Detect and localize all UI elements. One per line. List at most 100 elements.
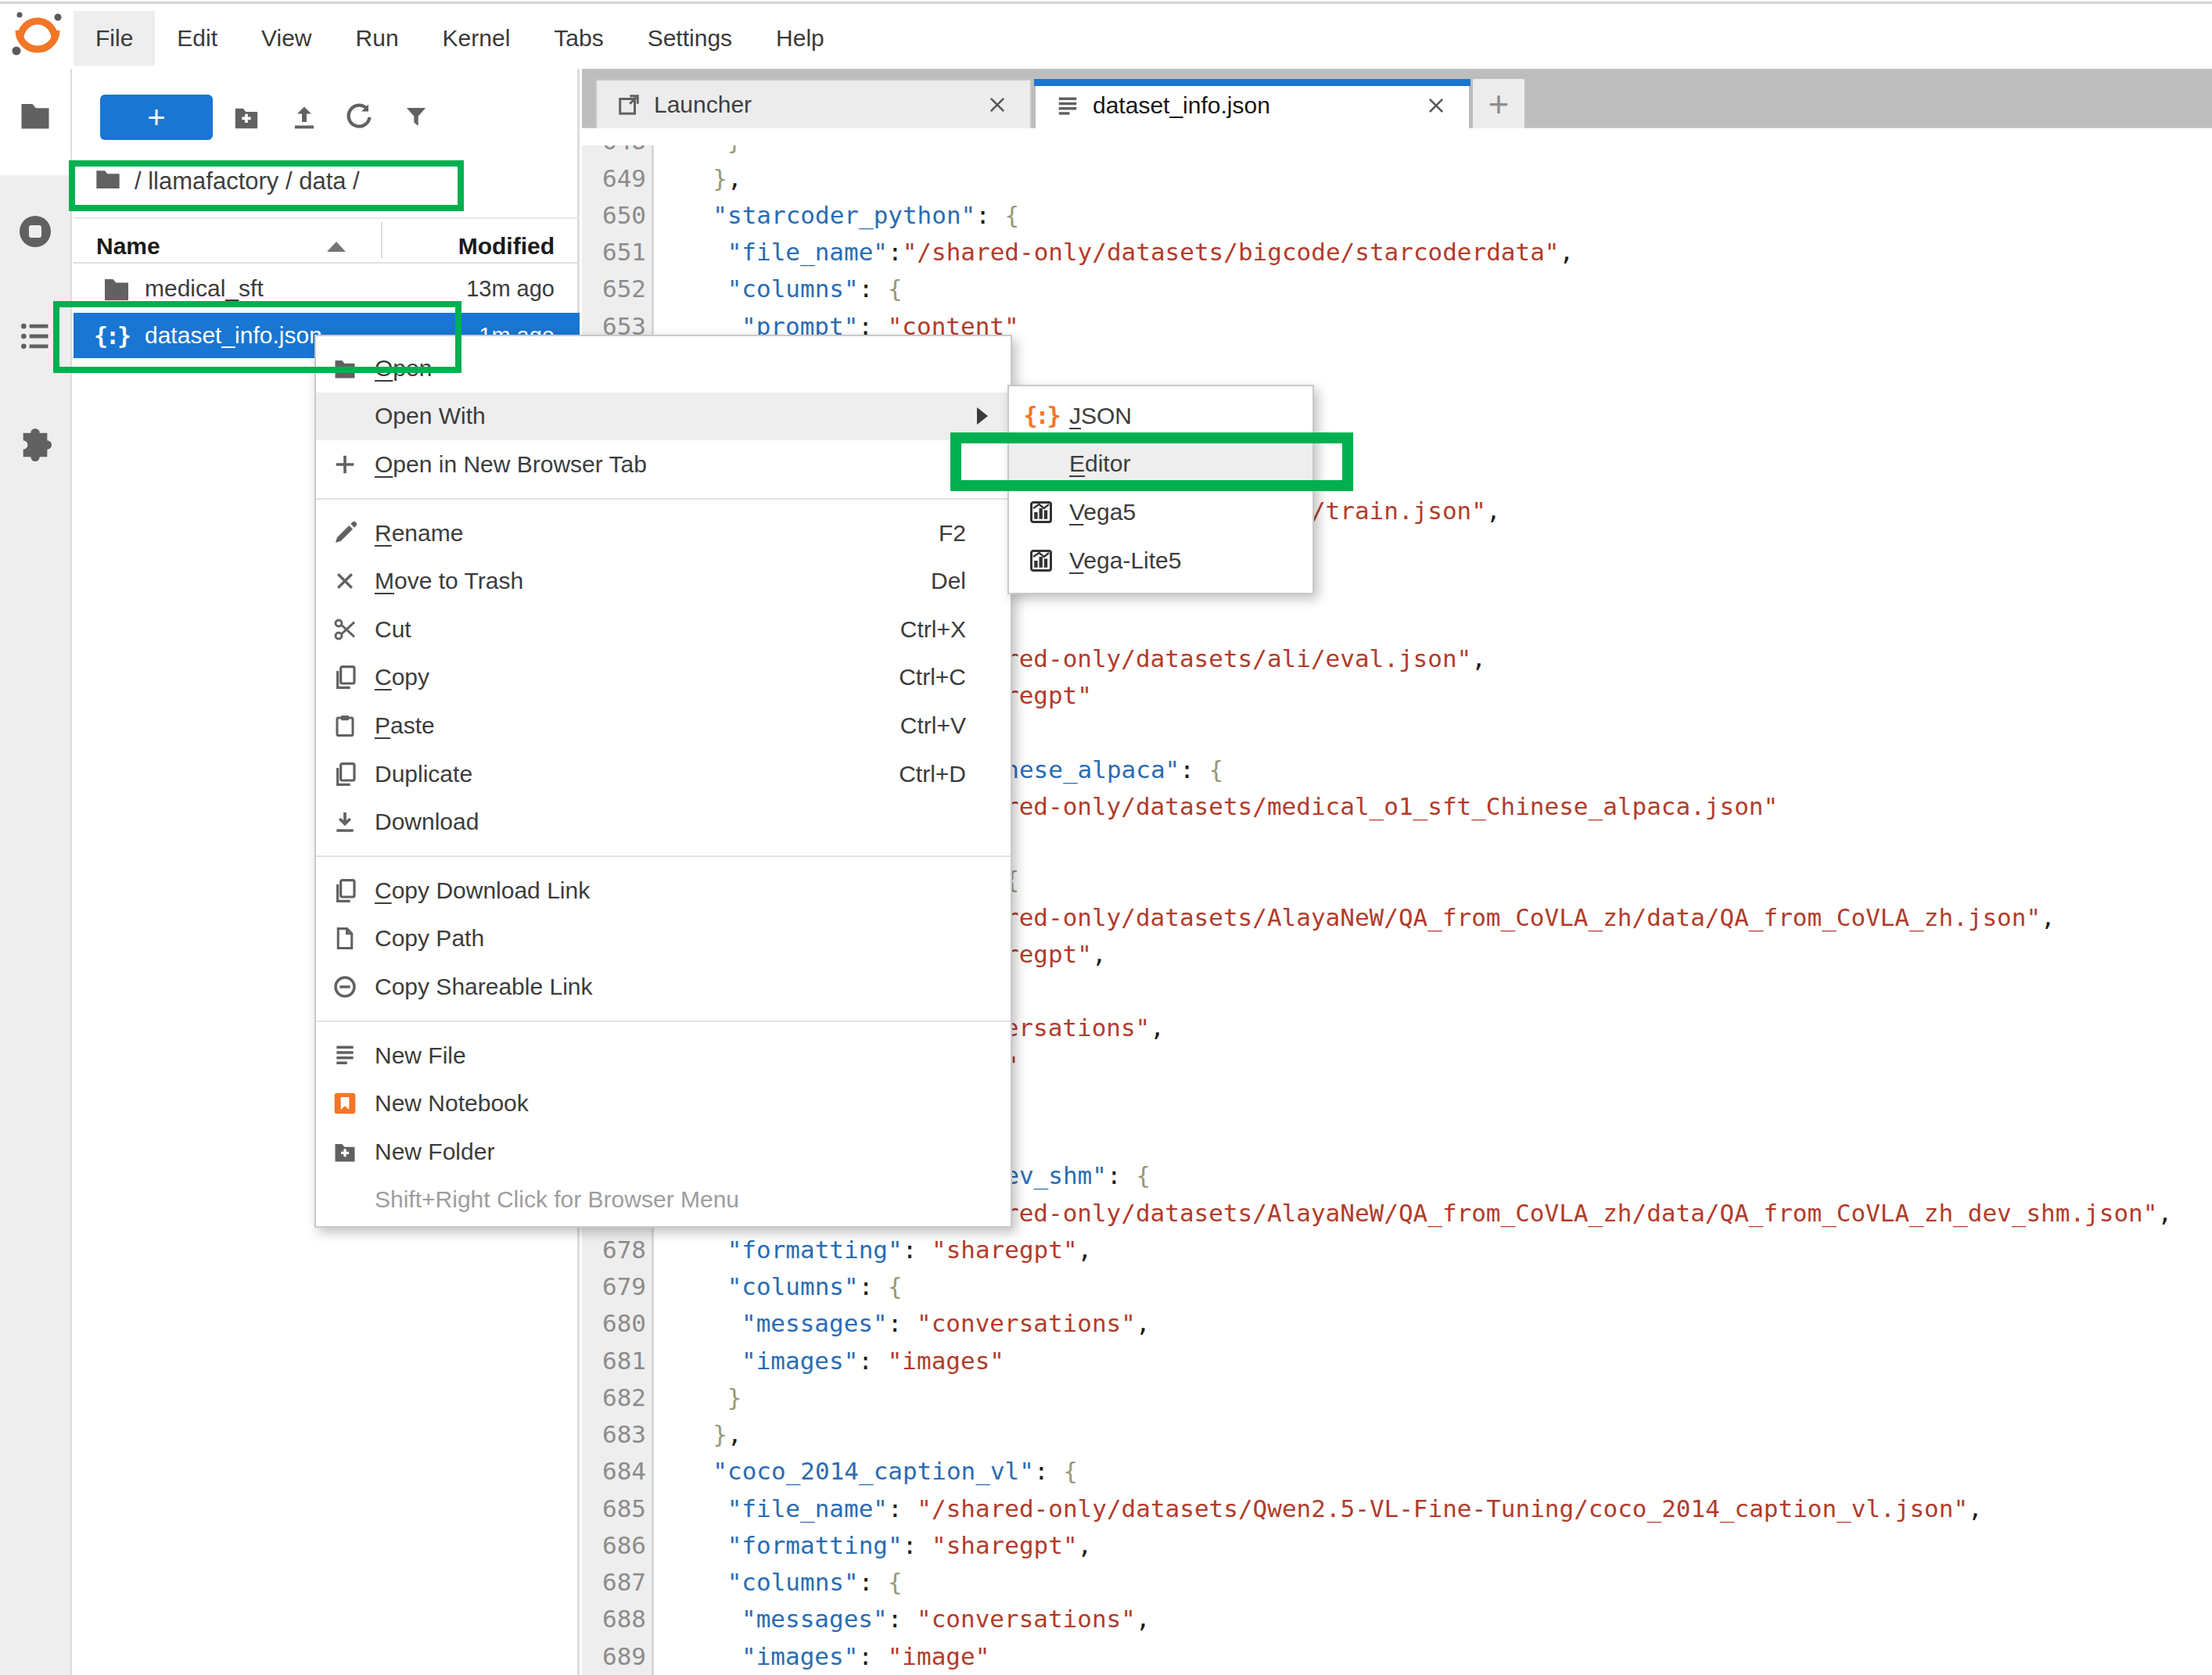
folder-plus-icon	[329, 1135, 361, 1168]
vega-icon	[1025, 496, 1058, 529]
menu-item-label: Shift+Right Click for Browser Menu	[375, 1186, 739, 1213]
copy-icon	[329, 758, 361, 791]
line-number: 688	[602, 1600, 646, 1637]
menu-item-copy-path[interactable]: Copy Path	[316, 915, 1011, 963]
submenu-item-vega-lite5[interactable]: Vega-Lite5	[1009, 536, 1312, 585]
file-modified: 13m ago	[389, 276, 555, 302]
tab-close-icon[interactable]	[1425, 95, 1447, 117]
menu-item-open-with[interactable]: Open With	[316, 393, 1011, 441]
code-line-684[interactable]: "coco_2014_caption_vl": {	[713, 1452, 1078, 1490]
menu-view[interactable]: View	[239, 11, 333, 66]
menu-help[interactable]: Help	[754, 11, 846, 66]
menu-separator	[316, 498, 1011, 500]
code-line-649[interactable]: },	[713, 160, 742, 197]
submenu-item-label: Vega5	[1069, 499, 1136, 525]
refresh-icon[interactable]	[340, 99, 378, 136]
menu-edit[interactable]: Edit	[155, 11, 239, 66]
upload-icon[interactable]	[285, 99, 323, 136]
add-tab-button[interactable]: +	[1473, 79, 1524, 128]
jupyter-logo	[0, 0, 74, 69]
menu-item-rename[interactable]: RenameF2	[316, 509, 1011, 558]
table-of-contents-icon[interactable]	[18, 319, 52, 353]
breadcrumb-divider	[74, 217, 580, 219]
line-number: 681	[602, 1342, 646, 1379]
code-line-685[interactable]: "file_name": "/shared-only/datasets/Qwen…	[727, 1490, 1983, 1527]
line-number: 682	[602, 1379, 646, 1416]
menu-item-label: Move to Trash	[375, 568, 523, 594]
line-number: 679	[602, 1268, 646, 1305]
line-number: 651	[602, 233, 646, 271]
vega-icon	[1025, 544, 1058, 577]
code-line-686[interactable]: "formatting": "sharegpt",	[727, 1526, 1093, 1564]
code-line-688[interactable]: "messages": "conversations",	[742, 1600, 1151, 1637]
code-line-687[interactable]: "columns": {	[727, 1563, 903, 1601]
code-line-679[interactable]: "columns": {	[727, 1268, 903, 1305]
extensions-icon[interactable]	[17, 427, 53, 463]
tab-close-icon[interactable]	[986, 94, 1008, 116]
menu-item-label: Duplicate	[375, 761, 472, 787]
close-x-icon	[329, 565, 361, 597]
code-line-689[interactable]: "images": "image"	[742, 1637, 989, 1675]
menu-file[interactable]: File	[74, 11, 155, 66]
menu-item-copy-shareable-link[interactable]: Copy Shareable Link	[316, 963, 1011, 1011]
code-line-683[interactable]: },	[713, 1415, 742, 1453]
code-line-650[interactable]: "starcoder_python": {	[713, 196, 1019, 234]
new-folder-icon[interactable]	[228, 99, 265, 136]
code-line-682[interactable]: }	[727, 1379, 742, 1416]
menu-item-move-to-trash[interactable]: Move to TrashDel	[316, 557, 1011, 605]
menu-item-shift-right-click-for-browser-menu: Shift+Right Click for Browser Menu	[316, 1176, 1011, 1225]
menu-item-copy[interactable]: CopyCtrl+C	[316, 654, 1011, 702]
menu-settings[interactable]: Settings	[626, 11, 754, 66]
menu-item-label: Copy Path	[375, 925, 484, 952]
column-header-modified[interactable]: Modified	[389, 233, 555, 260]
menu-item-new-notebook[interactable]: New Notebook	[316, 1079, 1011, 1128]
menu-item-duplicate[interactable]: DuplicateCtrl+D	[316, 750, 1011, 798]
code-line-648[interactable]: }	[727, 145, 742, 160]
menu-item-label: Open With	[375, 403, 486, 429]
menu-kernel[interactable]: Kernel	[421, 11, 533, 66]
file-lines-icon	[329, 1039, 361, 1072]
menu-item-new-folder[interactable]: New Folder	[316, 1128, 1011, 1176]
tab-dataset-info-json[interactable]: dataset_info.json	[1034, 79, 1470, 130]
menu-item-paste[interactable]: PasteCtrl+V	[316, 701, 1011, 750]
menu-item-label: Copy Shareable Link	[375, 974, 593, 1000]
menu-item-new-file[interactable]: New File	[316, 1031, 1011, 1080]
text-file-icon	[1056, 94, 1079, 117]
code-line-680[interactable]: "messages": "conversations",	[742, 1304, 1151, 1342]
tab-launcher[interactable]: Launcher	[595, 79, 1032, 128]
line-number: 687	[602, 1563, 646, 1601]
line-number: 684	[602, 1452, 646, 1490]
submenu-item-vega5[interactable]: Vega5	[1009, 488, 1312, 536]
paste-icon	[329, 709, 361, 742]
code-line-651[interactable]: "file_name":"/shared-only/datasets/bigco…	[727, 233, 1575, 271]
line-number: 683	[602, 1415, 646, 1453]
menu-item-label: Cut	[375, 616, 411, 643]
submenu-item-label: JSON	[1069, 403, 1132, 429]
menu-item-copy-download-link[interactable]: Copy Download Link	[316, 866, 1011, 915]
file-browser-icon[interactable]	[17, 99, 53, 131]
window-top-border	[0, 2, 2212, 4]
line-number: 650	[602, 196, 646, 234]
column-header-name[interactable]: Name	[96, 233, 160, 260]
menu-item-label: Copy Download Link	[375, 877, 590, 904]
code-line-652[interactable]: "columns": {	[727, 270, 903, 307]
annotation-box-selected-file	[53, 301, 461, 373]
new-launcher-button[interactable]: +	[100, 95, 213, 140]
menu-item-cut[interactable]: CutCtrl+X	[316, 605, 1011, 654]
menu-item-open-in-new-browser-tab[interactable]: Open in New Browser Tab	[316, 440, 1011, 489]
menu-item-label: Download	[375, 809, 479, 835]
line-number: 680	[602, 1304, 646, 1342]
code-line-678[interactable]: "formatting": "sharegpt",	[727, 1231, 1093, 1268]
menu-item-download[interactable]: Download	[316, 798, 1011, 846]
launcher-icon	[617, 93, 641, 117]
link-icon	[329, 970, 361, 1003]
menu-run[interactable]: Run	[334, 11, 421, 66]
submenu-item-label: Vega-Lite5	[1069, 547, 1181, 574]
running-kernels-icon[interactable]	[16, 213, 54, 250]
scissors-icon	[329, 613, 361, 646]
file-list-header: Name Modified	[74, 231, 580, 264]
menu-tabs[interactable]: Tabs	[532, 11, 625, 66]
code-line-681[interactable]: "images": "images"	[742, 1342, 1004, 1379]
notebook-icon	[329, 1087, 361, 1120]
filter-icon[interactable]	[397, 99, 435, 136]
